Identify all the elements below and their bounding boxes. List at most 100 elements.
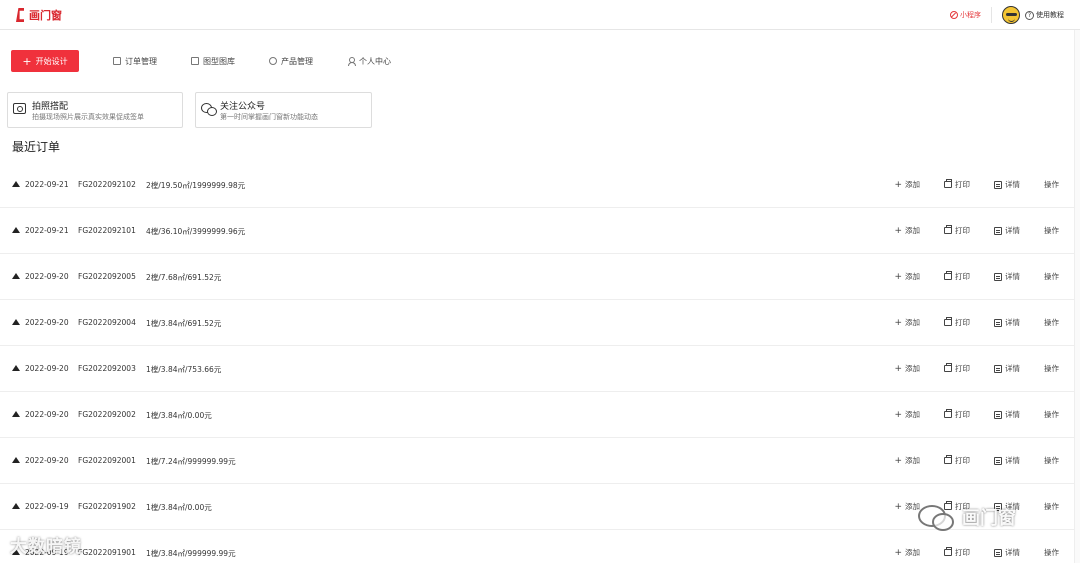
expand-triangle-icon[interactable]: [12, 181, 20, 187]
print-button[interactable]: 打印: [944, 409, 970, 420]
camera-icon: [13, 103, 26, 114]
print-button[interactable]: 打印: [944, 547, 970, 558]
print-button[interactable]: 打印: [944, 271, 970, 282]
nav-item-gallery[interactable]: 图型图库: [191, 56, 235, 67]
detail-label: 详情: [1005, 410, 1020, 419]
photo-match-card[interactable]: 拍照搭配 拍摄现场照片展示真实效果促成签单: [7, 92, 183, 128]
top-right-tools: 小程序 ? 使用教程: [950, 6, 1064, 24]
operate-button[interactable]: 操作: [1044, 501, 1059, 512]
operate-button[interactable]: 操作: [1044, 547, 1059, 558]
operate-label: 操作: [1044, 272, 1059, 281]
logo-icon: [16, 8, 27, 22]
follow-account-card[interactable]: 关注公众号 第一时间掌握画门窗新功能动态: [195, 92, 372, 128]
expand-triangle-icon[interactable]: [12, 273, 20, 279]
row-actions: + 添加 打印 详情 操作: [894, 363, 1059, 374]
row-actions: + 添加 打印 详情 操作: [894, 455, 1059, 466]
operate-button[interactable]: 操作: [1044, 225, 1059, 236]
row-actions: + 添加 打印 详情 操作: [894, 225, 1059, 236]
order-row[interactable]: 2022-09-20 FG2022092002 1樘/3.84㎡/0.00元 +…: [0, 392, 1074, 438]
operate-button[interactable]: 操作: [1044, 271, 1059, 282]
nav-item-orders[interactable]: 订单管理: [113, 56, 157, 67]
order-row[interactable]: 2022-09-21 FG2022092102 2樘/19.50㎡/199999…: [0, 162, 1074, 208]
order-row[interactable]: 2022-09-20 FG2022092001 1樘/7.24㎡/999999.…: [0, 438, 1074, 484]
order-row[interactable]: 2022-09-19 FG2022091901 1樘/3.84㎡/999999.…: [0, 530, 1074, 563]
add-button[interactable]: + 添加: [894, 455, 920, 466]
orders-list: 2022-09-21 FG2022092102 2樘/19.50㎡/199999…: [0, 162, 1074, 563]
card-title: 关注公众号: [220, 102, 266, 112]
expand-triangle-icon[interactable]: [12, 411, 20, 417]
expand-triangle-icon[interactable]: [12, 503, 20, 509]
card-subtitle: 第一时间掌握画门窗新功能动态: [220, 113, 318, 121]
expand-triangle-icon[interactable]: [12, 227, 20, 233]
print-button[interactable]: 打印: [944, 225, 970, 236]
printer-icon: [944, 225, 952, 234]
print-button[interactable]: 打印: [944, 455, 970, 466]
order-date: 2022-09-20: [25, 272, 69, 281]
order-number: FG2022092003: [78, 364, 136, 373]
add-button[interactable]: + 添加: [894, 225, 920, 236]
plus-icon: +: [894, 455, 902, 466]
logo-text: 画门窗: [29, 9, 62, 22]
plus-icon: +: [894, 547, 902, 558]
nav-item-products[interactable]: 产品管理: [269, 56, 313, 67]
operate-button[interactable]: 操作: [1044, 455, 1059, 466]
detail-label: 详情: [1005, 548, 1020, 557]
operate-button[interactable]: 操作: [1044, 363, 1059, 374]
order-row[interactable]: 2022-09-20 FG2022092005 2樘/7.68㎡/691.52元…: [0, 254, 1074, 300]
printer-icon: [944, 271, 952, 280]
detail-button[interactable]: 详情: [994, 225, 1020, 236]
card-title: 拍照搭配: [32, 102, 69, 112]
mini-program-link[interactable]: 小程序: [950, 10, 981, 20]
expand-triangle-icon[interactable]: [12, 319, 20, 325]
add-button[interactable]: + 添加: [894, 317, 920, 328]
order-row[interactable]: 2022-09-20 FG2022092003 1樘/3.84㎡/753.66元…: [0, 346, 1074, 392]
detail-button[interactable]: 详情: [994, 271, 1020, 282]
add-button[interactable]: + 添加: [894, 363, 920, 374]
order-date: 2022-09-20: [25, 456, 69, 465]
detail-button[interactable]: 详情: [994, 455, 1020, 466]
expand-triangle-icon[interactable]: [12, 365, 20, 371]
print-button[interactable]: 打印: [944, 179, 970, 190]
order-row[interactable]: 2022-09-21 FG2022092101 4樘/36.10㎡/399999…: [0, 208, 1074, 254]
detail-button[interactable]: 详情: [994, 547, 1020, 558]
scrollbar[interactable]: [1074, 30, 1080, 563]
operate-button[interactable]: 操作: [1044, 409, 1059, 420]
order-number: FG2022091901: [78, 548, 136, 557]
detail-label: 详情: [1005, 180, 1020, 189]
help-icon: ?: [1025, 10, 1034, 20]
detail-button[interactable]: 详情: [994, 317, 1020, 328]
operate-label: 操作: [1044, 410, 1059, 419]
add-label: 添加: [905, 364, 920, 373]
order-summary: 1樘/3.84㎡/753.66元: [146, 365, 222, 374]
add-button[interactable]: + 添加: [894, 409, 920, 420]
detail-label: 详情: [1005, 226, 1020, 235]
start-design-button[interactable]: + 开始设计: [11, 50, 79, 72]
expand-triangle-icon[interactable]: [12, 457, 20, 463]
row-actions: + 添加 打印 详情 操作: [894, 179, 1059, 190]
order-summary: 1樘/7.24㎡/999999.99元: [146, 457, 236, 466]
detail-button[interactable]: 详情: [994, 179, 1020, 190]
add-button[interactable]: + 添加: [894, 179, 920, 190]
order-row[interactable]: 2022-09-19 FG2022091902 1樘/3.84㎡/0.00元 +…: [0, 484, 1074, 530]
avatar[interactable]: [1002, 6, 1020, 24]
print-button[interactable]: 打印: [944, 363, 970, 374]
print-label: 打印: [955, 272, 970, 281]
operate-button[interactable]: 操作: [1044, 179, 1059, 190]
order-summary: 1樘/3.84㎡/999999.99元: [146, 549, 236, 558]
gallery-icon: [191, 57, 199, 65]
add-button[interactable]: + 添加: [894, 547, 920, 558]
logo[interactable]: 画门窗: [16, 7, 62, 23]
detail-button[interactable]: 详情: [994, 409, 1020, 420]
help-link[interactable]: ? 使用教程: [1025, 10, 1064, 20]
order-row[interactable]: 2022-09-20 FG2022092004 1樘/3.84㎡/691.52元…: [0, 300, 1074, 346]
print-label: 打印: [955, 318, 970, 327]
detail-button[interactable]: 详情: [994, 363, 1020, 374]
add-button[interactable]: + 添加: [894, 501, 920, 512]
print-button[interactable]: 打印: [944, 317, 970, 328]
operate-button[interactable]: 操作: [1044, 317, 1059, 328]
nav-item-profile[interactable]: 个人中心: [347, 56, 391, 67]
add-button[interactable]: + 添加: [894, 271, 920, 282]
person-icon: [347, 57, 356, 66]
detail-icon: [994, 272, 1002, 281]
order-date: 2022-09-20: [25, 410, 69, 419]
